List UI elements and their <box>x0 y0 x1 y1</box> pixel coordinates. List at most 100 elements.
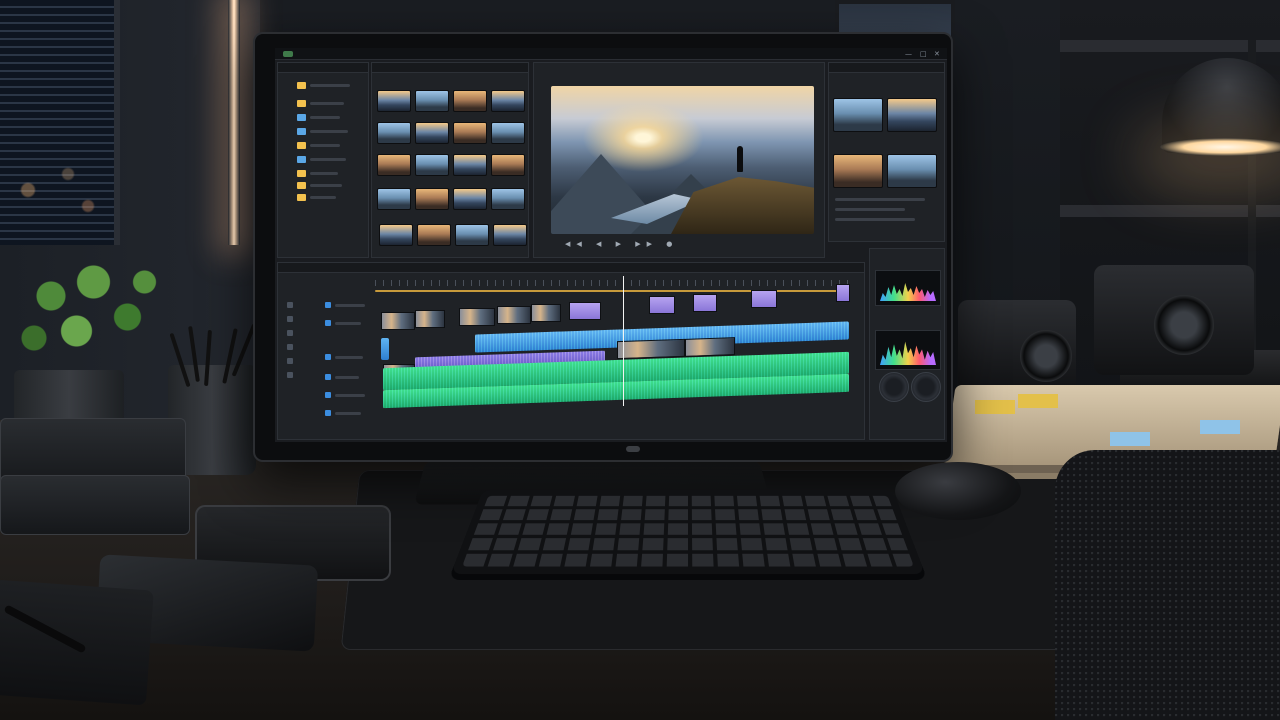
folder-label <box>310 84 350 87</box>
media-thumbnail[interactable] <box>415 122 449 144</box>
keyboard-keys <box>462 495 914 567</box>
video-clip[interactable] <box>531 304 561 322</box>
playback-controls[interactable]: ◀◀ ◀ ▶ ▶▶ ● <box>565 240 678 248</box>
track-toggle-icon[interactable] <box>287 316 293 322</box>
track-target-icon[interactable] <box>325 410 331 416</box>
keyboard <box>450 490 926 575</box>
close-button[interactable]: ✕ <box>934 50 940 58</box>
video-clip[interactable] <box>415 310 445 328</box>
video-clip[interactable] <box>693 294 717 312</box>
media-thumbnail[interactable] <box>377 90 411 112</box>
video-clip[interactable] <box>685 337 735 357</box>
track-target-icon[interactable] <box>325 392 331 398</box>
video-clip[interactable] <box>497 306 531 324</box>
track-toggle-icon[interactable] <box>287 330 293 336</box>
folder-icon[interactable] <box>297 194 306 201</box>
camera-lens <box>1154 295 1214 355</box>
track-toggle-icon[interactable] <box>287 344 293 350</box>
spectrum-bars <box>880 341 936 365</box>
camera <box>1094 265 1254 375</box>
preview-thumbnail[interactable] <box>833 154 883 188</box>
preview-thumbnail[interactable] <box>833 98 883 132</box>
media-thumbnail[interactable] <box>453 90 487 112</box>
track-toggle-icon[interactable] <box>287 302 293 308</box>
video-clip[interactable] <box>751 290 777 308</box>
video-clip[interactable] <box>617 338 685 360</box>
media-thumbnail[interactable] <box>455 224 489 246</box>
folder-icon[interactable] <box>297 182 306 189</box>
file-icon[interactable] <box>297 128 306 135</box>
track-toggle-icon[interactable] <box>287 372 293 378</box>
media-thumbnail[interactable] <box>453 188 487 210</box>
track-target-icon[interactable] <box>325 302 331 308</box>
track-name <box>335 412 361 415</box>
playhead-marker[interactable] <box>623 276 624 406</box>
media-thumbnail[interactable] <box>453 154 487 176</box>
audio-clip[interactable] <box>381 338 389 360</box>
track-target-icon[interactable] <box>325 320 331 326</box>
track-name <box>335 304 365 307</box>
folder-icon[interactable] <box>297 170 306 177</box>
audio-spectrum-scope <box>875 330 941 370</box>
monitor-screen: — □ ✕ ◀◀ ◀ ▶ ▶▶ ● <box>275 48 947 442</box>
effects-panel <box>828 62 945 242</box>
track-toggle-icon[interactable] <box>287 358 293 364</box>
app-logo-icon <box>283 51 293 57</box>
media-thumbnail[interactable] <box>377 188 411 210</box>
effects-panel-header <box>829 63 944 73</box>
spectrum-bars <box>880 283 936 301</box>
audio-knob[interactable] <box>879 372 909 402</box>
effect-label <box>835 208 905 211</box>
office-chair <box>1055 450 1280 720</box>
media-thumbnail[interactable] <box>377 122 411 144</box>
audio-spectrum-scope <box>875 270 941 306</box>
timeline-ruler[interactable] <box>375 280 855 286</box>
minimize-button[interactable]: — <box>905 50 912 58</box>
effect-label <box>835 218 915 221</box>
dock-device <box>0 475 190 535</box>
preview-thumbnail[interactable] <box>887 154 937 188</box>
media-thumbnail[interactable] <box>417 224 451 246</box>
media-thumbnail[interactable] <box>493 224 527 246</box>
video-clip[interactable] <box>381 312 415 330</box>
window-blinds <box>0 0 120 245</box>
video-clip[interactable] <box>459 308 495 326</box>
media-thumbnail[interactable] <box>415 90 449 112</box>
mouse <box>895 462 1021 520</box>
media-thumbnail[interactable] <box>491 122 525 144</box>
led-light-strip <box>228 0 240 245</box>
city-lights <box>8 150 108 230</box>
media-thumbnail[interactable] <box>491 90 525 112</box>
video-clip[interactable] <box>836 284 850 302</box>
monitor-logo <box>626 446 640 452</box>
program-monitor-frame <box>551 86 814 234</box>
media-thumbnail[interactable] <box>453 122 487 144</box>
app-titlebar: — □ ✕ <box>275 48 947 60</box>
track-target-icon[interactable] <box>325 374 331 380</box>
camera <box>958 300 1076 392</box>
file-icon[interactable] <box>297 114 306 121</box>
audio-knob[interactable] <box>911 372 941 402</box>
file-icon[interactable] <box>297 156 306 163</box>
timeline-header <box>278 263 864 273</box>
media-thumbnail[interactable] <box>377 154 411 176</box>
sticky-note <box>1200 420 1240 434</box>
track-target-icon[interactable] <box>325 354 331 360</box>
folder-icon[interactable] <box>297 142 306 149</box>
folder-icon[interactable] <box>297 82 306 89</box>
folder-icon[interactable] <box>297 100 306 107</box>
shelf-plank <box>1060 205 1280 217</box>
media-thumbnail[interactable] <box>491 188 525 210</box>
media-thumbnail[interactable] <box>415 188 449 210</box>
camera-lens <box>1020 330 1072 382</box>
video-clip[interactable] <box>649 296 675 314</box>
media-thumbnail[interactable] <box>415 154 449 176</box>
maximize-button[interactable]: □ <box>920 50 927 58</box>
file-label <box>310 158 346 161</box>
media-bin-header <box>372 63 528 73</box>
preview-thumbnail[interactable] <box>887 98 937 132</box>
media-thumbnail[interactable] <box>491 154 525 176</box>
video-clip[interactable] <box>569 302 601 320</box>
photo-scene: — □ ✕ ◀◀ ◀ ▶ ▶▶ ● <box>0 0 1280 720</box>
media-thumbnail[interactable] <box>379 224 413 246</box>
